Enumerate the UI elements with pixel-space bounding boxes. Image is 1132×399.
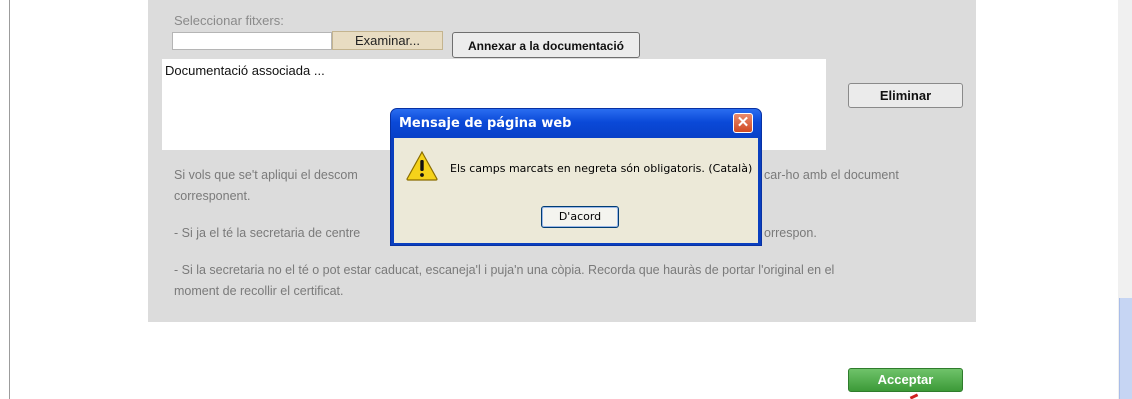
page: Seleccionar fitxers: Examinar... Annexar…: [0, 0, 1132, 399]
info-line-1a: Si vols que se't apliqui el descom: [174, 168, 358, 182]
accept-button[interactable]: Acceptar: [848, 368, 963, 392]
info-line-4: - Si la secretaria no el té o pot estar …: [174, 263, 835, 277]
left-border: [9, 0, 10, 399]
browse-button[interactable]: Examinar...: [332, 31, 443, 50]
red-mark: [909, 393, 919, 399]
annex-button[interactable]: Annexar a la documentació: [452, 32, 640, 58]
associated-documents-label: Documentació associada ...: [165, 63, 325, 78]
close-icon[interactable]: ✕: [733, 113, 753, 133]
dialog-title: Mensaje de página web: [399, 116, 572, 131]
select-files-label: Seleccionar fitxers:: [174, 13, 284, 28]
info-line-5: moment de recollir el certificat.: [174, 284, 344, 298]
info-line-3a: - Si ja el té la secretaria de centre: [174, 226, 361, 240]
file-path-input[interactable]: [172, 32, 332, 50]
warning-icon: [406, 151, 438, 181]
alert-dialog: Mensaje de página web ✕ Els camps marcat…: [390, 108, 762, 246]
dialog-message: Els camps marcats en negreta són obligat…: [450, 162, 753, 175]
dialog-title-bar[interactable]: Mensaje de página web ✕: [391, 109, 761, 138]
info-line-1b: car-ho amb el document: [764, 168, 899, 182]
info-line-3b: orrespon.: [764, 226, 817, 240]
delete-button[interactable]: Eliminar: [848, 83, 963, 108]
dialog-body: Els camps marcats en negreta són obligat…: [394, 138, 758, 243]
info-line-2: corresponent.: [174, 189, 251, 203]
scrollbar-thumb[interactable]: [1119, 298, 1132, 399]
ok-button[interactable]: D'acord: [541, 206, 619, 228]
